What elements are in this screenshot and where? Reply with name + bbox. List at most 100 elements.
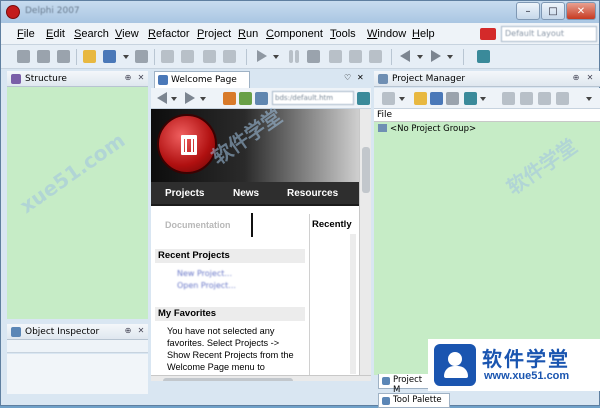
menu-project[interactable]: Project [197, 28, 231, 40]
minimize-button[interactable]: – [516, 2, 540, 20]
expand-icon[interactable] [520, 92, 533, 105]
recent-projects-heading: Recent Projects [155, 249, 305, 263]
open-icon[interactable] [37, 50, 50, 63]
tab-project-manager[interactable]: Project M [378, 374, 430, 395]
menu-tools[interactable]: Tools [330, 28, 356, 40]
maximize-button[interactable]: □ [541, 2, 565, 20]
desktop-layout-combo[interactable]: Default Layout [501, 26, 597, 42]
pin-icon[interactable]: ⊕ [123, 73, 133, 84]
form-list-icon[interactable] [203, 50, 216, 63]
recently-scrollbar[interactable] [350, 234, 356, 374]
tool-palette-icon [382, 397, 390, 405]
save-icon[interactable] [57, 50, 70, 63]
run-icon[interactable] [257, 50, 267, 62]
structure-panel-header: Structure ⊕ ✕ [7, 71, 148, 87]
component-icon[interactable] [477, 50, 490, 63]
close-icon[interactable]: ✕ [136, 326, 146, 337]
unit-list-icon[interactable] [181, 50, 194, 63]
back-icon[interactable] [157, 92, 167, 104]
new-icon[interactable] [414, 92, 427, 105]
remove-icon[interactable] [446, 92, 459, 105]
tab-welcome-page[interactable]: Welcome Page [154, 71, 250, 88]
stop-icon[interactable] [307, 50, 320, 63]
save-all-icon[interactable] [135, 50, 148, 63]
text-cursor [251, 213, 253, 237]
sort-icon[interactable] [556, 92, 569, 105]
pin-icon[interactable]: ⊕ [123, 326, 133, 337]
close-button[interactable]: ✕ [566, 2, 596, 20]
inspector-combo[interactable] [7, 340, 148, 353]
pin-icon[interactable]: ⊕ [571, 73, 581, 84]
menu-component[interactable]: Component [266, 28, 323, 40]
welcome-nav-band: Projects News Resources [151, 182, 359, 206]
chevron-down-icon[interactable] [273, 55, 279, 59]
file-column-header[interactable]: File [374, 109, 600, 122]
pause-icon[interactable] [289, 50, 293, 63]
menu-search[interactable]: Search [74, 28, 109, 40]
menu-refactor[interactable]: Refactor [148, 28, 190, 40]
chevron-down-icon[interactable] [123, 55, 129, 59]
chevron-down-icon[interactable] [417, 55, 423, 59]
forward-icon[interactable] [185, 92, 195, 104]
nav-resources[interactable]: Resources [287, 188, 338, 199]
horizontal-scrollbar[interactable] [151, 375, 371, 381]
add-file-icon[interactable] [223, 50, 236, 63]
scroll-thumb[interactable] [362, 147, 370, 193]
project-manager-toolbar [374, 88, 600, 109]
sync-icon[interactable] [502, 92, 515, 105]
project-manager-icon [382, 377, 390, 385]
go-icon[interactable] [357, 92, 370, 105]
add-icon[interactable] [430, 92, 443, 105]
open-project-icon[interactable] [103, 50, 116, 63]
menu-view[interactable]: View [115, 28, 139, 40]
activate-icon[interactable] [382, 92, 395, 105]
stop-icon[interactable] [223, 92, 236, 105]
favorites-text: You have not selected any favorites. Sel… [167, 326, 294, 372]
recent-link-new[interactable]: New Project... [177, 269, 232, 278]
menu-help[interactable]: Help [412, 28, 435, 40]
scroll-thumb[interactable] [163, 378, 293, 381]
chevron-down-icon[interactable] [447, 55, 453, 59]
project-group-icon [378, 124, 387, 132]
menu-file[interactable]: File [17, 28, 35, 40]
nav-projects[interactable]: Projects [165, 188, 204, 199]
recently-column: Recently [309, 214, 357, 381]
documentation-label[interactable]: Documentation [165, 220, 231, 230]
menu-window[interactable]: Window [367, 28, 406, 40]
title-bar: Delphi 2007 – □ ✕ [1, 1, 599, 23]
new-items-icon[interactable] [17, 50, 30, 63]
app-logo-icon [6, 5, 20, 19]
trace-into-icon[interactable] [349, 50, 362, 63]
menu-edit[interactable]: Edit [46, 28, 65, 40]
toolbar-separator [154, 49, 155, 65]
recent-link-open[interactable]: Open Project... [177, 281, 236, 290]
vertical-scrollbar[interactable] [359, 109, 371, 375]
forward-icon[interactable] [431, 50, 441, 62]
heart-icon[interactable]: ♡ [344, 73, 351, 82]
close-icon[interactable]: ✕ [357, 73, 364, 82]
collapse-icon[interactable] [538, 92, 551, 105]
chevron-down-icon[interactable] [480, 97, 486, 101]
close-icon[interactable]: ✕ [136, 73, 146, 84]
chevron-down-icon[interactable] [586, 97, 592, 101]
form-toggle-icon[interactable] [161, 50, 174, 63]
url-field[interactable]: bds:/default.htm [272, 91, 354, 105]
chevron-down-icon[interactable] [171, 97, 177, 101]
structure-title: Structure [25, 74, 67, 84]
close-icon[interactable]: ✕ [585, 73, 595, 84]
new-project-icon[interactable] [83, 50, 96, 63]
options-icon[interactable] [464, 92, 477, 105]
back-icon[interactable] [400, 50, 410, 62]
chevron-down-icon[interactable] [399, 97, 405, 101]
refresh-icon[interactable] [239, 92, 252, 105]
chevron-down-icon[interactable] [200, 97, 206, 101]
tree-node-project-group[interactable]: <No Project Group> [378, 124, 476, 134]
window-title: Delphi 2007 [25, 6, 80, 16]
run-to-cursor-icon[interactable] [369, 50, 382, 63]
tree-node-label: <No Project Group> [390, 124, 477, 134]
nav-news[interactable]: News [233, 188, 259, 199]
menu-run[interactable]: Run [238, 28, 258, 40]
inspector-grid[interactable] [7, 354, 148, 394]
tab-tool-palette-label: Tool Palette [393, 395, 442, 405]
step-over-icon[interactable] [329, 50, 342, 63]
